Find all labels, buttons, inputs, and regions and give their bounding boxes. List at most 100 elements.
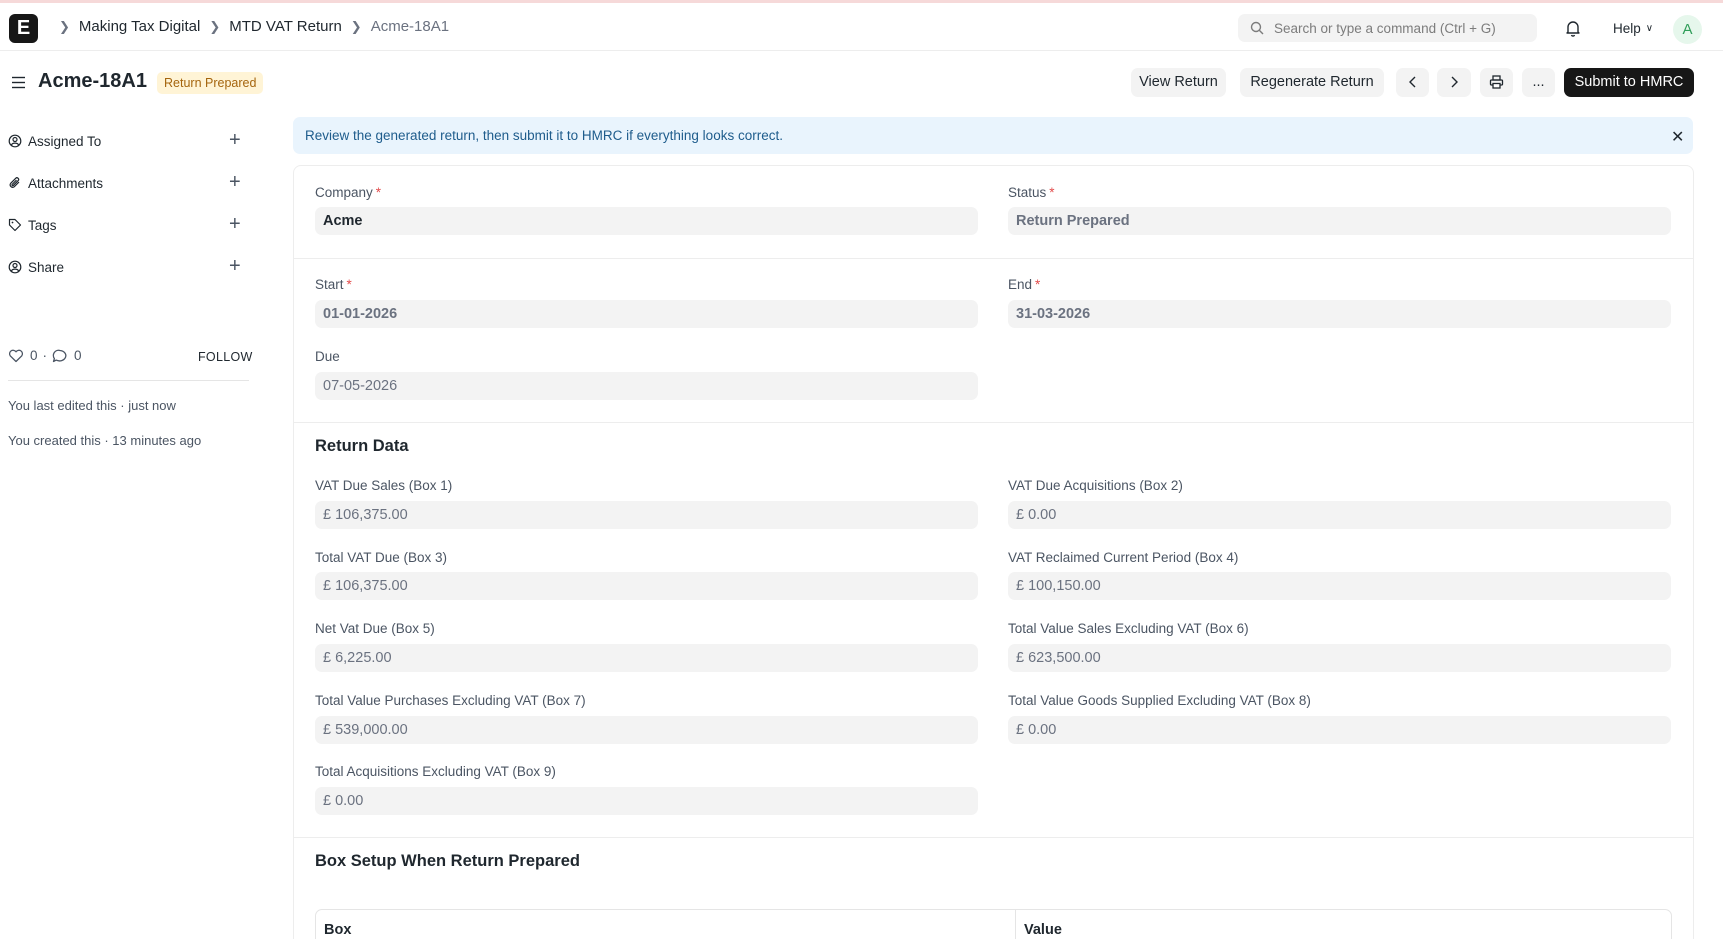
section-divider: [294, 258, 1693, 259]
box-setup-heading: Box Setup When Return Prepared: [315, 852, 580, 870]
table-header-box: Box: [324, 922, 352, 938]
follow-button[interactable]: FOLLOW: [198, 350, 253, 364]
app-logo[interactable]: E: [9, 14, 38, 43]
printer-icon: [1489, 75, 1504, 89]
submit-to-hmrc-button[interactable]: Submit to HMRC: [1564, 68, 1694, 97]
help-dropdown[interactable]: Help ∨: [1613, 21, 1653, 36]
engagement-counts: 0 · 0: [8, 348, 82, 363]
activity-last-edited: You last edited this · just now: [8, 398, 176, 413]
box9-label: Total Acquisitions Excluding VAT (Box 9): [315, 764, 556, 779]
sidebar-item-attachments[interactable]: Attachments +: [8, 172, 248, 194]
info-alert: Review the generated return, then submit…: [293, 117, 1693, 154]
separator-dot: ·: [42, 348, 48, 363]
table-header-value: Value: [1024, 922, 1062, 938]
more-actions-button[interactable]: ...: [1522, 68, 1555, 97]
return-data-heading: Return Data: [315, 437, 409, 455]
breadcrumb-making-tax-digital[interactable]: Making Tax Digital: [79, 18, 200, 35]
top-accent-line: [0, 0, 1723, 3]
chevron-down-icon: ∨: [1645, 23, 1654, 34]
box2-label: VAT Due Acquisitions (Box 2): [1008, 478, 1183, 493]
column-divider: [1015, 910, 1016, 939]
search-input[interactable]: Search or type a command (Ctrl + G): [1238, 14, 1537, 42]
chevron-right-icon: ❯: [209, 18, 221, 34]
plus-icon[interactable]: +: [229, 256, 241, 276]
sidebar-item-tags[interactable]: Tags +: [8, 214, 248, 236]
help-label: Help: [1613, 21, 1641, 36]
share-icon: [8, 260, 28, 274]
chevron-left-icon: [1408, 76, 1415, 88]
notifications-button[interactable]: [1564, 19, 1582, 40]
start-date-field: 01-01-2026: [315, 300, 978, 328]
plus-icon[interactable]: +: [229, 130, 241, 150]
previous-document-button[interactable]: [1396, 68, 1429, 97]
end-label: End *: [1008, 277, 1041, 292]
status-field: Return Prepared: [1008, 207, 1671, 235]
sidebar-item-label: Assigned To: [28, 133, 102, 149]
box6-field: £ 623,500.00: [1008, 644, 1671, 672]
chevron-right-icon: ❯: [350, 18, 362, 34]
box8-field: £ 0.00: [1008, 716, 1671, 744]
due-date-field: 07-05-2026: [315, 372, 978, 400]
company-label: Company *: [315, 185, 382, 200]
view-return-button[interactable]: View Return: [1131, 68, 1226, 97]
company-field[interactable]: Acme: [315, 207, 978, 235]
avatar[interactable]: A: [1673, 15, 1702, 44]
activity-created: You created this · 13 minutes ago: [8, 433, 202, 448]
box4-field: £ 100,150.00: [1008, 572, 1671, 600]
box1-label: VAT Due Sales (Box 1): [315, 478, 453, 493]
page-title: Acme-18A1: [38, 70, 147, 92]
sidebar-item-assigned-to[interactable]: Assigned To +: [8, 130, 248, 152]
box7-field: £ 539,000.00: [315, 716, 978, 744]
box5-field: £ 6,225.00: [315, 644, 978, 672]
status-label: Status *: [1008, 185, 1055, 200]
paperclip-icon: [8, 176, 28, 190]
regenerate-return-button[interactable]: Regenerate Return: [1240, 68, 1384, 97]
box7-label: Total Value Purchases Excluding VAT (Box…: [315, 693, 586, 708]
sidebar-divider: [8, 380, 249, 381]
chevron-right-icon: ❯: [59, 18, 70, 34]
next-document-button[interactable]: [1437, 68, 1471, 97]
breadcrumb: ❯ Making Tax Digital ❯ MTD VAT Return ❯ …: [50, 18, 449, 35]
section-divider: [294, 837, 1693, 838]
navbar: E ❯ Making Tax Digital ❯ MTD VAT Return …: [0, 4, 1723, 51]
comment-icon[interactable]: [52, 349, 68, 363]
due-label: Due: [315, 349, 340, 364]
box9-field: £ 0.00: [315, 787, 978, 815]
plus-icon[interactable]: +: [229, 214, 241, 234]
box1-field: £ 106,375.00: [315, 501, 978, 529]
start-label: Start *: [315, 277, 352, 292]
vat-return-form: Company * Acme Status * Return Prepared St…: [293, 165, 1694, 939]
sidebar-item-share[interactable]: Share +: [8, 256, 248, 278]
like-count: 0: [30, 348, 38, 363]
box-setup-table: Box Value: [315, 909, 1672, 939]
chevron-right-icon: [1451, 76, 1458, 88]
box8-label: Total Value Goods Supplied Excluding VAT…: [1008, 693, 1311, 708]
box5-label: Net Vat Due (Box 5): [315, 621, 435, 636]
search-icon: [1250, 21, 1264, 35]
assign-icon: [8, 134, 28, 148]
box3-label: Total VAT Due (Box 3): [315, 550, 448, 565]
box4-label: VAT Reclaimed Current Period (Box 4): [1008, 550, 1239, 565]
alert-message: Review the generated return, then submit…: [305, 128, 783, 143]
heart-icon[interactable]: [8, 349, 24, 363]
section-divider: [294, 422, 1693, 423]
comment-count: 0: [74, 348, 82, 363]
sidebar-toggle-button[interactable]: [11, 76, 26, 92]
box2-field: £ 0.00: [1008, 501, 1671, 529]
hamburger-icon: [12, 76, 25, 89]
page-header: Acme-18A1 Return Prepared View Return Re…: [0, 60, 1723, 104]
box3-field: £ 106,375.00: [315, 572, 978, 600]
end-date-field: 31-03-2026: [1008, 300, 1671, 328]
close-icon[interactable]: ✕: [1671, 127, 1684, 147]
sidebar-item-label: Tags: [28, 217, 57, 233]
breadcrumb-current[interactable]: Acme-18A1: [371, 18, 449, 35]
sidebar-item-label: Share: [28, 259, 65, 275]
status-badge: Return Prepared: [157, 72, 264, 94]
plus-icon[interactable]: +: [229, 172, 241, 192]
box6-label: Total Value Sales Excluding VAT (Box 6): [1008, 621, 1249, 636]
tag-icon: [8, 218, 28, 232]
bell-icon: [1566, 21, 1580, 37]
breadcrumb-mtd-vat-return[interactable]: MTD VAT Return: [229, 18, 342, 35]
search-placeholder: Search or type a command (Ctrl + G): [1274, 20, 1496, 36]
print-button[interactable]: [1480, 68, 1513, 97]
